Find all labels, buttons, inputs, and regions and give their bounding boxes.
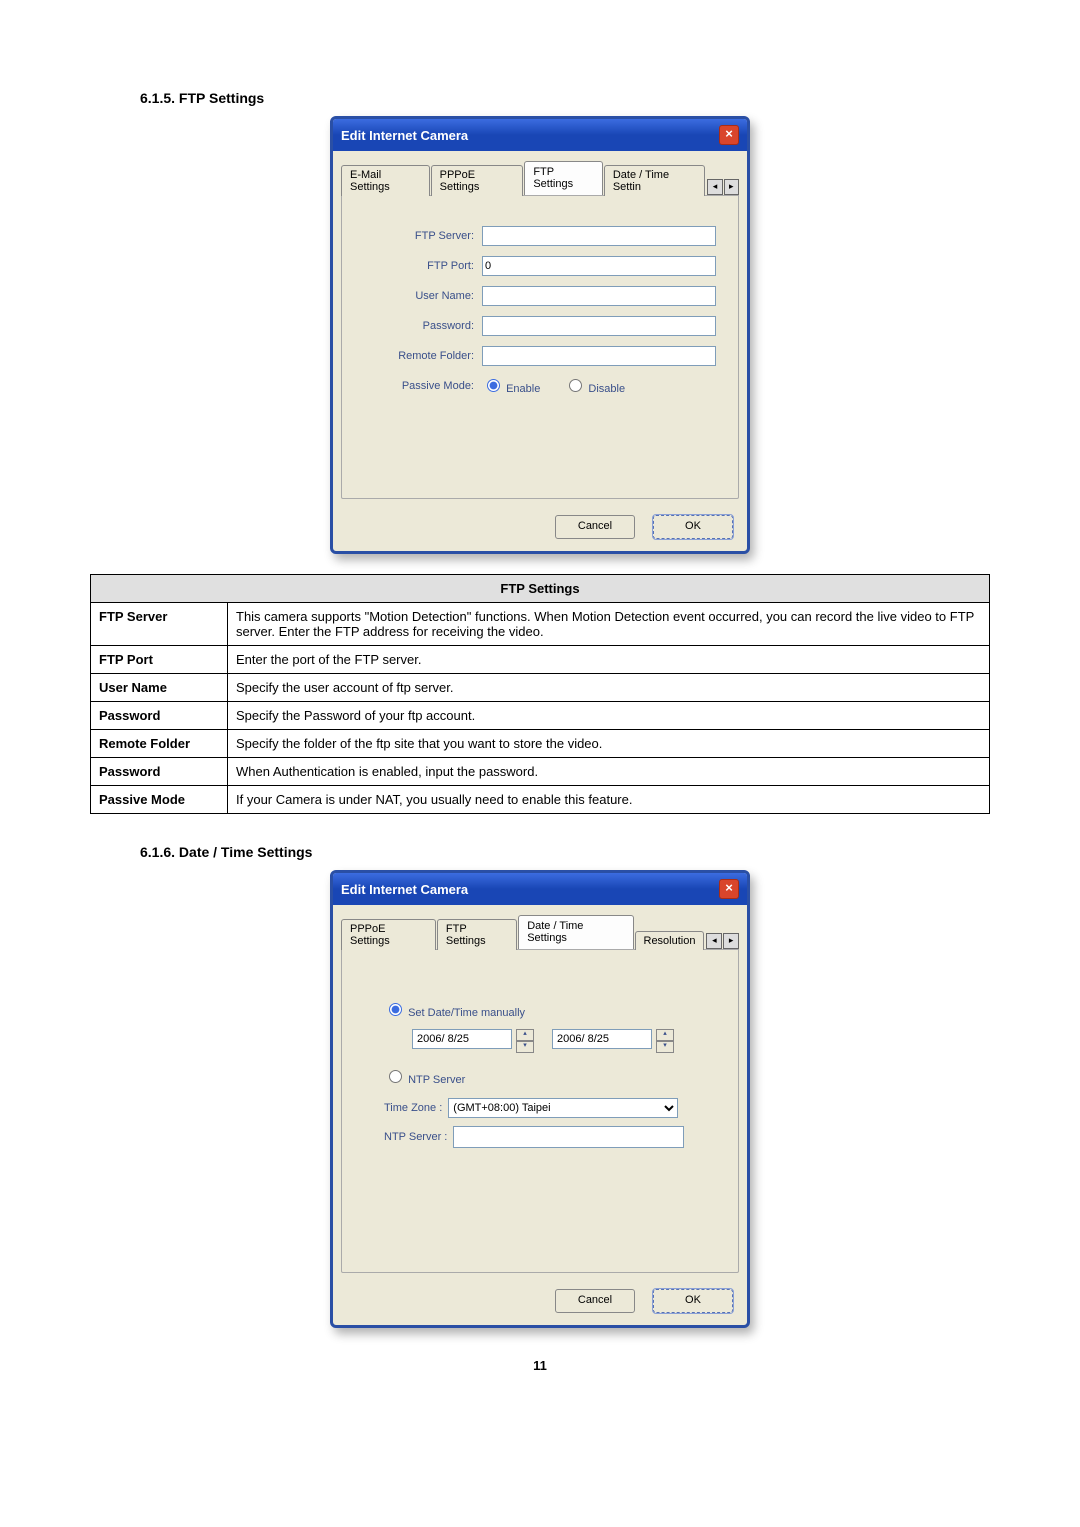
table-row: FTP ServerThis camera supports "Motion D… (91, 603, 990, 646)
tab-datetime-settings[interactable]: Date / Time Settings (518, 915, 633, 949)
dialog-button-row: Cancel OK (333, 507, 747, 551)
ntp-server-option[interactable]: NTP Server (384, 1074, 465, 1086)
passive-disable-radio[interactable] (569, 379, 582, 392)
user-name-input[interactable] (482, 286, 716, 306)
tab-ftp-settings[interactable]: FTP Settings (437, 919, 517, 950)
close-icon[interactable]: × (719, 125, 739, 145)
tab-resolution[interactable]: Resolution (635, 931, 705, 950)
dialog-titlebar: Edit Internet Camera × (333, 873, 747, 905)
close-icon[interactable]: × (719, 879, 739, 899)
password-label: Password: (364, 320, 482, 332)
spin-up-icon[interactable]: ▴ (656, 1029, 674, 1041)
ftp-server-input[interactable] (482, 226, 716, 246)
spin-up-icon[interactable]: ▴ (516, 1029, 534, 1041)
section-heading-ftp: 6.1.5. FTP Settings (140, 90, 990, 106)
passive-enable-radio[interactable] (487, 379, 500, 392)
tabstrip: E-Mail Settings PPPoE Settings FTP Setti… (333, 151, 747, 195)
tab-pppoe-settings[interactable]: PPPoE Settings (341, 919, 436, 950)
cancel-button[interactable]: Cancel (555, 1289, 635, 1313)
ok-button[interactable]: OK (653, 1289, 733, 1313)
tab-pppoe-settings[interactable]: PPPoE Settings (431, 165, 524, 196)
spin-down-icon[interactable]: ▾ (516, 1041, 534, 1053)
cancel-button[interactable]: Cancel (555, 515, 635, 539)
tab-email-settings[interactable]: E-Mail Settings (341, 165, 430, 196)
ftp-tab-panel: FTP Server: FTP Port: User Name: Passwor… (341, 195, 739, 499)
section-heading-datetime: 6.1.6. Date / Time Settings (140, 844, 990, 860)
datetime-dialog: Edit Internet Camera × PPPoE Settings FT… (330, 870, 750, 1328)
tab-datetime-settings[interactable]: Date / Time Settin (604, 165, 705, 196)
table-row: PasswordSpecify the Password of your ftp… (91, 702, 990, 730)
ntp-server-radio[interactable] (389, 1070, 402, 1083)
tab-scroll-left-icon[interactable]: ◂ (707, 179, 722, 195)
dialog-titlebar: Edit Internet Camera × (333, 119, 747, 151)
user-name-label: User Name: (364, 290, 482, 302)
date-spinner-2[interactable]: ▴▾ (552, 1029, 674, 1053)
date-input-1[interactable] (412, 1029, 512, 1049)
ntp-server-input[interactable] (453, 1126, 684, 1148)
table-row: Remote FolderSpecify the folder of the f… (91, 730, 990, 758)
table-row: Passive ModeIf your Camera is under NAT,… (91, 786, 990, 814)
table-row: PasswordWhen Authentication is enabled, … (91, 758, 990, 786)
tab-scroll-right-icon[interactable]: ▸ (723, 933, 739, 949)
date-input-2[interactable] (552, 1029, 652, 1049)
ok-button[interactable]: OK (653, 515, 733, 539)
table-row: User NameSpecify the user account of ftp… (91, 674, 990, 702)
ftp-settings-table: FTP Settings FTP ServerThis camera suppo… (90, 574, 990, 814)
set-manual-radio[interactable] (389, 1003, 402, 1016)
table-title: FTP Settings (91, 575, 990, 603)
page-number: 11 (90, 1358, 990, 1373)
date-spinner-1[interactable]: ▴▾ (412, 1029, 534, 1053)
passive-disable-option[interactable]: Disable (564, 376, 625, 395)
table-row: FTP PortEnter the port of the FTP server… (91, 646, 990, 674)
ftp-server-label: FTP Server: (364, 230, 482, 242)
tab-scroll-right-icon[interactable]: ▸ (724, 179, 739, 195)
set-manual-option[interactable]: Set Date/Time manually (384, 1007, 525, 1019)
tab-ftp-settings[interactable]: FTP Settings (524, 161, 603, 195)
dialog-button-row: Cancel OK (333, 1281, 747, 1325)
tab-scroll-left-icon[interactable]: ◂ (706, 933, 722, 949)
ftp-port-label: FTP Port: (364, 260, 482, 272)
timezone-select[interactable]: (GMT+08:00) Taipei (448, 1098, 678, 1118)
ntp-server-label: NTP Server : (384, 1131, 447, 1143)
passive-mode-label: Passive Mode: (364, 380, 482, 392)
ftp-dialog: Edit Internet Camera × E-Mail Settings P… (330, 116, 750, 554)
dialog-title: Edit Internet Camera (341, 128, 468, 143)
tabstrip: PPPoE Settings FTP Settings Date / Time … (333, 905, 747, 949)
remote-folder-input[interactable] (482, 346, 716, 366)
passive-mode-radios: Enable Disable (482, 376, 625, 395)
ftp-port-input[interactable] (482, 256, 716, 276)
timezone-label: Time Zone : (384, 1102, 442, 1114)
password-input[interactable] (482, 316, 716, 336)
datetime-tab-panel: Set Date/Time manually ▴▾ ▴▾ (341, 949, 739, 1273)
passive-enable-option[interactable]: Enable (482, 376, 540, 395)
dialog-title: Edit Internet Camera (341, 882, 468, 897)
spin-down-icon[interactable]: ▾ (656, 1041, 674, 1053)
remote-folder-label: Remote Folder: (364, 350, 482, 362)
